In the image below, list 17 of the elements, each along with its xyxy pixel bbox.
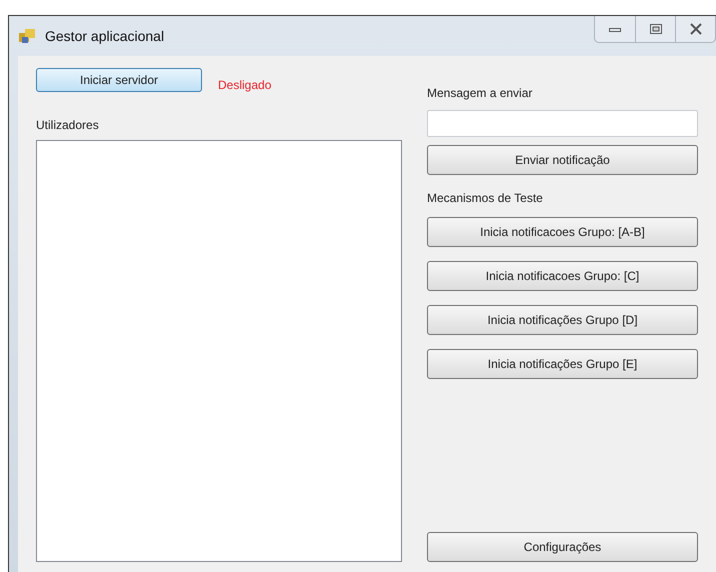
test-group-button[interactable]: Inicia notificações Grupo [D]: [427, 305, 698, 335]
close-icon: [690, 23, 702, 35]
users-label: Utilizadores: [36, 117, 100, 134]
minimize-icon: [609, 26, 621, 32]
settings-button[interactable]: Configurações: [427, 532, 698, 562]
test-group-button[interactable]: Inicia notificacoes Grupo: [C]: [427, 261, 698, 291]
start-server-button[interactable]: Iniciar servidor: [36, 68, 202, 92]
app-icon: [17, 27, 37, 45]
message-field[interactable]: [427, 110, 698, 137]
window-title: Gestor aplicacional: [45, 26, 164, 46]
message-label: Mensagem a enviar: [427, 85, 534, 102]
send-notification-button[interactable]: Enviar notificação: [427, 145, 698, 175]
server-status: Desligado: [218, 77, 272, 94]
test-label: Mecanismos de Teste: [427, 190, 544, 207]
maximize-icon: [650, 24, 662, 34]
test-group-button[interactable]: Inicia notificacoes Grupo: [A-B]: [427, 217, 698, 247]
test-group-button[interactable]: Inicia notificações Grupo [E]: [427, 349, 698, 379]
